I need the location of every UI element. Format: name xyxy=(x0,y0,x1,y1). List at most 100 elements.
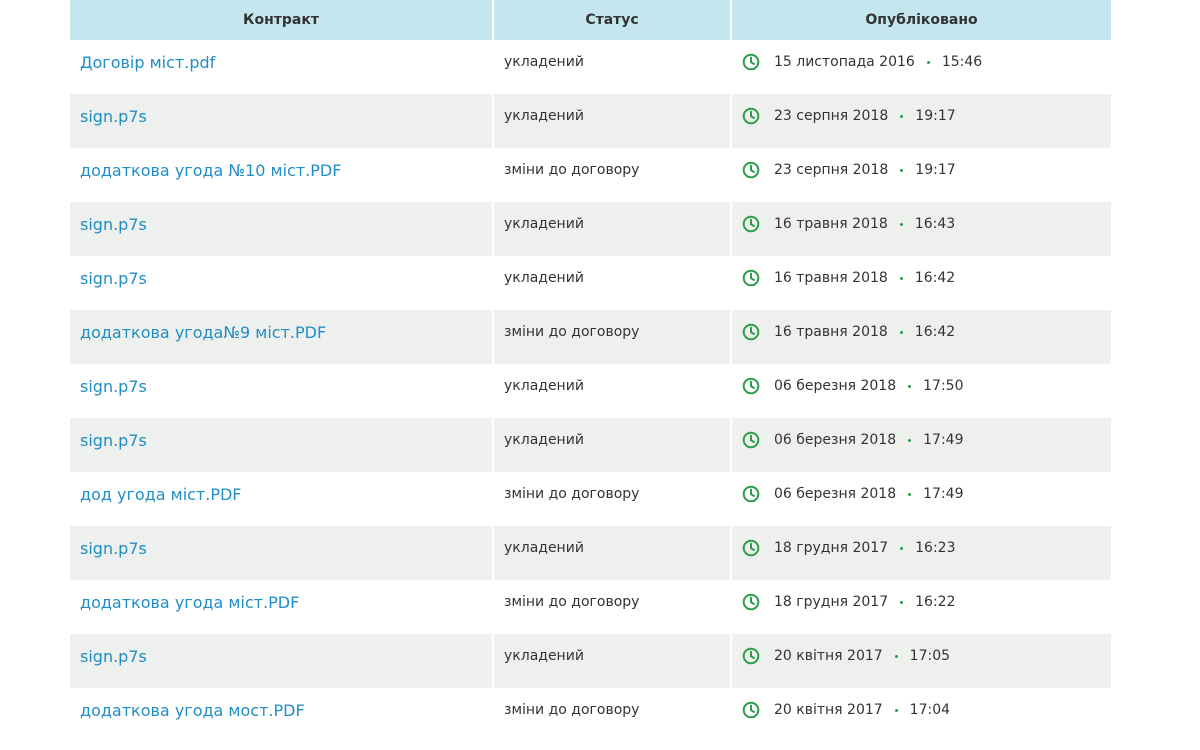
contract-cell: sign.p7s xyxy=(70,364,494,418)
status-text: укладений xyxy=(504,648,584,664)
contract-file-link[interactable]: sign.p7s xyxy=(80,215,147,234)
published-cell: 15 листопада 2016 15:46 xyxy=(732,40,1111,94)
published-cell: 20 квітня 2017 17:04 xyxy=(732,688,1111,742)
clock-icon xyxy=(742,269,760,287)
contract-file-link[interactable]: sign.p7s xyxy=(80,269,147,288)
separator-dot xyxy=(894,654,898,658)
published-time: 16:22 xyxy=(915,594,956,610)
table-row: додаткова угода міст.PDF зміни до договор… xyxy=(70,580,1111,634)
published-date: 20 квітня 2017 xyxy=(774,702,883,718)
separator-dot xyxy=(908,438,912,442)
published-date: 20 квітня 2017 xyxy=(774,648,883,664)
published-cell: 18 грудня 2017 16:23 xyxy=(732,526,1111,580)
published-cell: 18 грудня 2017 16:22 xyxy=(732,580,1111,634)
separator-dot xyxy=(926,60,930,64)
status-cell: зміни до договору xyxy=(494,472,732,526)
clock-icon xyxy=(742,701,760,719)
clock-icon xyxy=(742,53,760,71)
status-cell: укладений xyxy=(494,418,732,472)
published-time: 17:50 xyxy=(923,378,964,394)
published-cell: 23 серпня 2018 19:17 xyxy=(732,94,1111,148)
status-text: зміни до договору xyxy=(504,162,640,178)
separator-dot xyxy=(900,600,904,604)
clock-icon xyxy=(742,323,760,341)
separator-dot xyxy=(900,546,904,550)
clock-icon xyxy=(742,161,760,179)
status-text: укладений xyxy=(504,540,584,556)
table-row: дод угода міст.PDF зміни до договору 06 бе… xyxy=(70,472,1111,526)
published-cell: 16 травня 2018 16:42 xyxy=(732,310,1111,364)
contract-file-link[interactable]: додаткова угода№9 міст.PDF xyxy=(80,323,326,342)
contract-file-link[interactable]: додаткова угода мост.PDF xyxy=(80,701,305,720)
published-date: 16 травня 2018 xyxy=(774,216,888,232)
status-cell: укладений xyxy=(494,364,732,418)
status-cell: укладений xyxy=(494,256,732,310)
published-time: 16:23 xyxy=(915,540,956,556)
contract-file-link[interactable]: sign.p7s xyxy=(80,539,147,558)
clock-icon xyxy=(742,107,760,125)
published-date: 23 серпня 2018 xyxy=(774,162,889,178)
published-time: 19:17 xyxy=(915,108,956,124)
table-row: sign.p7s укладений 06 березня 2018 17:50 xyxy=(70,364,1111,418)
status-text: зміни до договору xyxy=(504,594,640,610)
column-header-contract: Контракт xyxy=(70,0,494,40)
clock-icon xyxy=(742,215,760,233)
published-time: 15:46 xyxy=(941,54,983,70)
clock-icon xyxy=(742,539,760,557)
published-time: 17:04 xyxy=(909,702,951,718)
published-cell: 06 березня 2018 17:49 xyxy=(732,418,1111,472)
published-cell: 20 квітня 2017 17:05 xyxy=(732,634,1111,688)
published-date: 16 травня 2018 xyxy=(774,324,888,340)
table-row: sign.p7s укладений 16 травня 2018 16:42 xyxy=(70,256,1111,310)
status-cell: зміни до договору xyxy=(494,310,732,364)
published-date: 06 березня 2018 xyxy=(774,486,897,502)
contract-file-link[interactable]: дод угода міст.PDF xyxy=(80,485,242,504)
published-time: 19:17 xyxy=(915,162,956,178)
published-time: 16:42 xyxy=(914,270,956,286)
published-cell: 16 травня 2018 16:42 xyxy=(732,256,1111,310)
published-cell: 23 серпня 2018 19:17 xyxy=(732,148,1111,202)
clock-icon xyxy=(742,377,760,395)
column-header-status: Статус xyxy=(494,0,732,40)
status-text: укладений xyxy=(504,108,584,124)
contract-file-link[interactable]: sign.p7s xyxy=(80,431,147,450)
contract-file-link[interactable]: додаткова угода міст.PDF xyxy=(80,593,299,612)
contract-file-link[interactable]: Договір міст.pdf xyxy=(80,53,215,72)
contract-cell: додаткова угода міст.PDF xyxy=(70,580,494,634)
published-date: 18 грудня 2017 xyxy=(774,594,889,610)
table-row: sign.p7s укладений 20 квітня 2017 17:05 xyxy=(70,634,1111,688)
status-cell: зміни до договору xyxy=(494,148,732,202)
published-time: 17:49 xyxy=(923,432,964,448)
status-cell: зміни до договору xyxy=(494,688,732,742)
status-text: укладений xyxy=(504,270,584,286)
published-date: 06 березня 2018 xyxy=(774,432,897,448)
contract-cell: sign.p7s xyxy=(70,202,494,256)
separator-dot xyxy=(899,276,903,280)
contract-file-link[interactable]: sign.p7s xyxy=(80,107,147,126)
status-text: зміни до договору xyxy=(504,324,640,340)
contract-cell: додаткова угода №10 міст.PDF xyxy=(70,148,494,202)
published-date: 18 грудня 2017 xyxy=(774,540,889,556)
status-cell: укладений xyxy=(494,202,732,256)
contract-file-link[interactable]: sign.p7s xyxy=(80,647,147,666)
clock-icon xyxy=(742,593,760,611)
clock-icon xyxy=(742,647,760,665)
published-time: 17:49 xyxy=(923,486,964,502)
table-row: sign.p7s укладений 23 серпня 2018 19:17 xyxy=(70,94,1111,148)
contract-file-link[interactable]: sign.p7s xyxy=(80,377,147,396)
contract-cell: sign.p7s xyxy=(70,94,494,148)
status-cell: укладений xyxy=(494,94,732,148)
contract-cell: дод угода міст.PDF xyxy=(70,472,494,526)
separator-dot xyxy=(894,708,898,712)
status-text: зміни до договору xyxy=(504,486,640,502)
separator-dot xyxy=(900,168,904,172)
separator-dot xyxy=(899,222,903,226)
contract-cell: Договір міст.pdf xyxy=(70,40,494,94)
contracts-table: Контракт Статус Опубліковано Договір міс… xyxy=(70,0,1111,742)
status-text: укладений xyxy=(504,378,584,394)
published-cell: 16 травня 2018 16:43 xyxy=(732,202,1111,256)
clock-icon xyxy=(742,485,760,503)
column-header-published: Опубліковано xyxy=(865,12,978,28)
status-text: зміни до договору xyxy=(504,702,640,718)
contract-file-link[interactable]: додаткова угода №10 міст.PDF xyxy=(80,161,341,180)
